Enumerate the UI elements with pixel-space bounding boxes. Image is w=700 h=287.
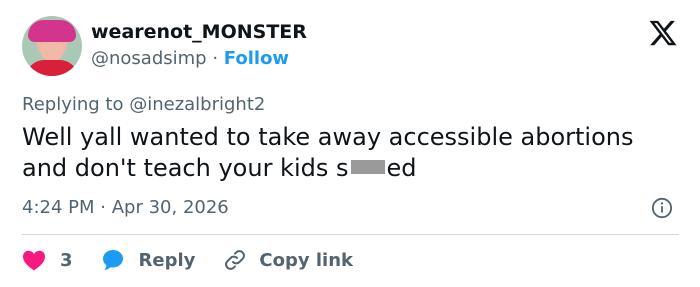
avatar[interactable] (22, 16, 82, 76)
tweet-text-line-1: Well yall wanted to take away accessible… (22, 123, 634, 151)
copy-link-label: Copy link (259, 249, 353, 271)
reply-bubble-icon (102, 250, 123, 270)
tweet-text-line-2-pre: and don't teach your kids s (22, 154, 349, 182)
replying-prefix: Replying to (22, 94, 124, 115)
copy-link-button[interactable]: Copy link (223, 248, 353, 272)
like-button[interactable]: 3 (22, 249, 101, 271)
replying-mention[interactable]: @inezalbright2 (129, 94, 265, 115)
display-name[interactable]: wearenot_MONSTER (91, 20, 307, 44)
tweet-time: 4:24 PM (22, 197, 95, 218)
heart-icon (23, 250, 45, 271)
reply-button[interactable]: Reply (101, 248, 224, 272)
info-icon[interactable] (651, 197, 673, 219)
avatar-hair (28, 20, 76, 42)
separator-dot: · (212, 48, 219, 69)
tweet-date: Apr 30, 2026 (111, 197, 229, 218)
divider (22, 234, 679, 235)
tweet-text: Well yall wanted to take away accessible… (22, 122, 692, 184)
link-icon (225, 250, 246, 270)
like-count: 3 (60, 249, 73, 271)
follow-button[interactable]: Follow (224, 48, 289, 69)
handle[interactable]: @nosadsimp (91, 48, 207, 69)
x-logo-icon[interactable] (648, 18, 678, 48)
censor-bar (350, 160, 385, 174)
reply-label: Reply (138, 249, 196, 271)
action-bar: 3 Reply Copy link (22, 246, 353, 274)
timestamp-separator: · (100, 197, 106, 218)
tweet-text-line-2-post: ed (386, 154, 417, 182)
handle-row: @nosadsimp · Follow (91, 47, 289, 71)
tweet-text-line-2: and don't teach your kids s ed (22, 153, 692, 184)
avatar-shirt (26, 60, 78, 76)
timestamp[interactable]: 4:24 PM · Apr 30, 2026 (22, 196, 229, 220)
replying-to: Replying to @inezalbright2 (22, 93, 265, 117)
